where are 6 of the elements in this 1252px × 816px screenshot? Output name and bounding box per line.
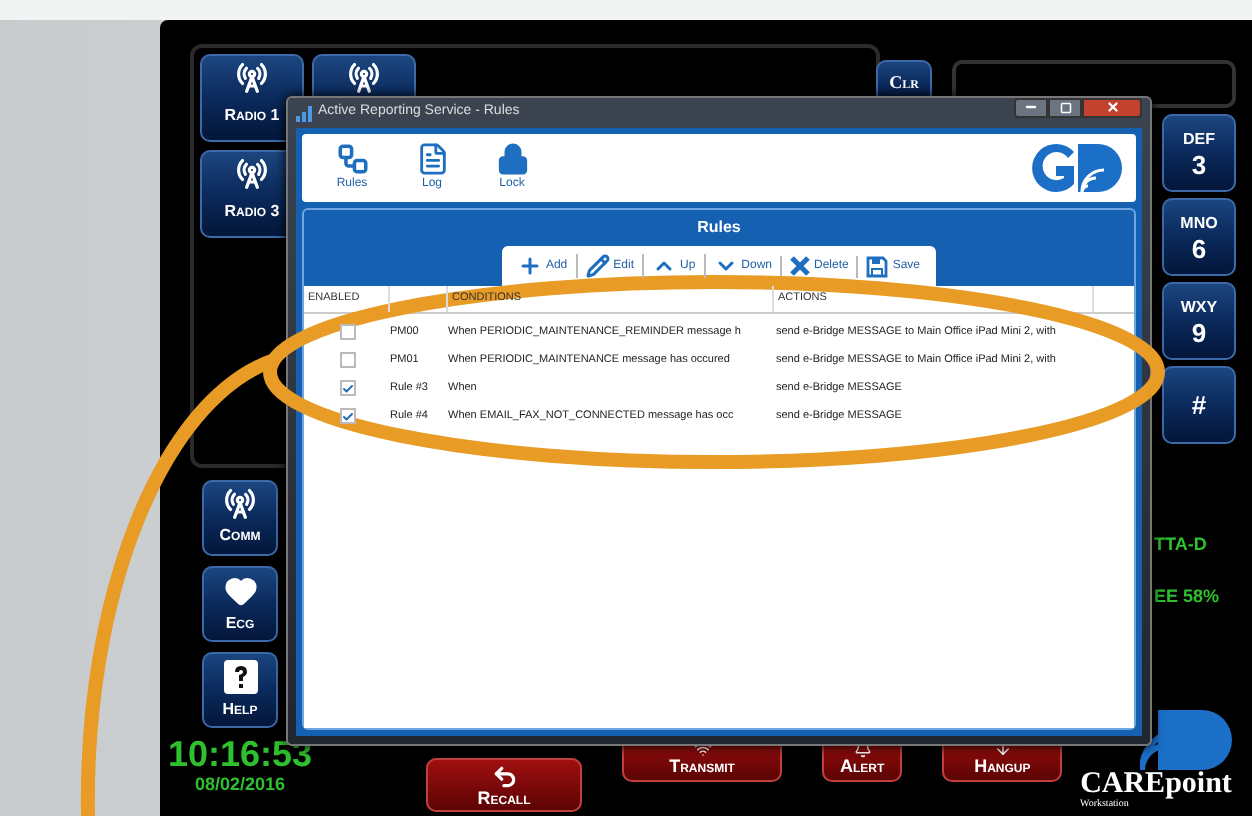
clock-time: 10:16:53: [167, 736, 313, 772]
status-text: TTA-D: [1154, 532, 1209, 558]
panel-title: Rules: [697, 216, 741, 240]
clock-date: 08/02/2016: [194, 772, 286, 798]
status-text: EE 58%: [1154, 583, 1222, 609]
logo-name: CAREpoint: [1080, 770, 1232, 800]
